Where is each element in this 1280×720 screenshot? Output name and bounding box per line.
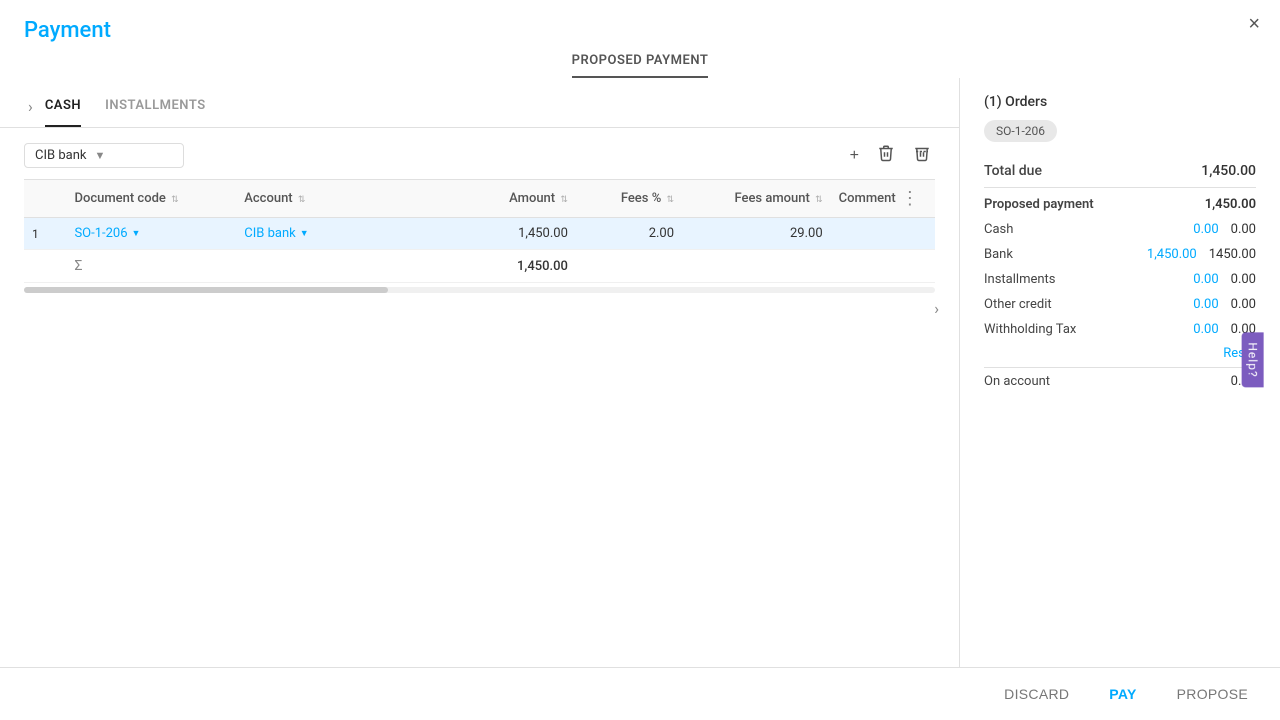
order-badge[interactable]: SO-1-206	[984, 120, 1057, 142]
total-due-value: 1,450.00	[1201, 163, 1256, 179]
amount-cell[interactable]: 1,450.00	[449, 218, 576, 250]
comment-cell[interactable]	[831, 218, 935, 250]
sum-row: Σ 1,450.00	[24, 250, 935, 283]
installments-values: 0.00 0.00	[1193, 272, 1256, 287]
total-due-label: Total due	[984, 163, 1042, 179]
installments-row: Installments 0.00 0.00	[984, 267, 1256, 292]
discard-button[interactable]: DISCARD	[996, 680, 1077, 708]
sum-account-cell	[236, 250, 448, 283]
withholding-tax-row: Withholding Tax 0.00 0.00	[984, 317, 1256, 342]
delete-row-button[interactable]	[873, 140, 899, 171]
amount-sort-icon: ⇅	[560, 195, 568, 205]
on-account-row: On account 0.00	[984, 367, 1256, 395]
installments-label: Installments	[984, 272, 1056, 287]
col-header-rownum	[24, 180, 66, 218]
pay-button[interactable]: PAY	[1101, 680, 1144, 708]
proposed-payment-row: Proposed payment 1,450.00	[984, 192, 1256, 217]
bank-label: Bank	[984, 247, 1013, 262]
fees-amount-sort-icon: ⇅	[815, 195, 823, 205]
reset-link[interactable]: Reset	[984, 346, 1256, 361]
right-nav-area: ›	[0, 293, 959, 318]
cash-label: Cash	[984, 222, 1013, 237]
propose-button[interactable]: PROPOSE	[1169, 680, 1256, 708]
help-tab[interactable]: Help?	[1241, 332, 1263, 387]
bank-plain-value: 1450.00	[1209, 247, 1256, 262]
col-header-fees-amount[interactable]: Fees amount ⇅	[682, 180, 831, 218]
fees-pct-cell[interactable]: 2.00	[576, 218, 682, 250]
withholding-tax-label: Withholding Tax	[984, 322, 1076, 337]
cash-blue-value: 0.00	[1193, 222, 1218, 237]
bank-select-chevron-icon: ▼	[94, 149, 105, 162]
account-select[interactable]: CIB bank ▼	[244, 226, 440, 241]
payment-modal: Payment × PROPOSED PAYMENT › CASH INSTAL…	[0, 0, 1280, 720]
add-row-button[interactable]: +	[846, 143, 863, 169]
left-nav-chevron[interactable]: ›	[24, 97, 37, 116]
proposed-payment-value: 1,450.00	[1205, 197, 1256, 212]
table-row: 1 SO-1-206 ▼ CIB bank ▼	[24, 218, 935, 250]
payment-table: Document code ⇅ Account ⇅ Amount ⇅ Fee	[24, 179, 935, 283]
delete-all-button[interactable]	[909, 140, 935, 171]
tabs-row: › CASH INSTALLMENTS	[0, 86, 959, 128]
account-sort-icon: ⇅	[298, 195, 306, 205]
doc-code-cell[interactable]: SO-1-206 ▼	[66, 218, 236, 250]
account-cell[interactable]: CIB bank ▼	[236, 218, 448, 250]
col-header-amount[interactable]: Amount ⇅	[449, 180, 576, 218]
sum-label-cell	[24, 250, 66, 283]
left-panel: › CASH INSTALLMENTS CIB bank ▼ +	[0, 78, 960, 667]
table-header-row: Document code ⇅ Account ⇅ Amount ⇅ Fee	[24, 180, 935, 218]
withholding-tax-blue-value: 0.00	[1193, 322, 1218, 337]
orders-title: (1) Orders	[984, 94, 1256, 110]
cash-plain-value: 0.00	[1231, 222, 1256, 237]
col-header-doccode[interactable]: Document code ⇅	[66, 180, 236, 218]
sum-sigma-cell: Σ	[66, 250, 236, 283]
bank-select-value: CIB bank	[35, 148, 86, 163]
bank-blue-value: 1,450.00	[1147, 247, 1197, 262]
summary-section: Total due 1,450.00 Proposed payment 1,45…	[984, 158, 1256, 651]
other-credit-plain-value: 0.00	[1231, 297, 1256, 312]
orders-section: (1) Orders SO-1-206	[984, 94, 1256, 142]
bank-values: 1,450.00 1450.00	[1147, 247, 1256, 262]
tab-cash[interactable]: CASH	[45, 86, 81, 127]
col-header-comment: Comment ⋮	[831, 180, 935, 218]
fees-pct-sort-icon: ⇅	[667, 195, 675, 205]
doc-code-link[interactable]: SO-1-206 ▼	[74, 226, 228, 241]
tab-installments[interactable]: INSTALLMENTS	[105, 86, 206, 127]
right-nav-chevron[interactable]: ›	[930, 299, 943, 318]
installments-plain-value: 0.00	[1231, 272, 1256, 287]
row-num-cell: 1	[24, 218, 66, 250]
sum-amount-cell: 1,450.00	[449, 250, 576, 283]
modal-body: › CASH INSTALLMENTS CIB bank ▼ +	[0, 78, 1280, 667]
total-due-row: Total due 1,450.00	[984, 158, 1256, 188]
on-account-label: On account	[984, 374, 1050, 389]
more-columns-button[interactable]: ⋮	[899, 188, 921, 209]
col-header-fees-pct[interactable]: Fees % ⇅	[576, 180, 682, 218]
cash-row: Cash 0.00 0.00	[984, 217, 1256, 242]
col-header-account[interactable]: Account ⇅	[236, 180, 448, 218]
bank-select[interactable]: CIB bank ▼	[24, 143, 184, 168]
other-credit-label: Other credit	[984, 297, 1052, 312]
footer-actions: DISCARD PAY PROPOSE	[0, 667, 1280, 720]
right-panel: (1) Orders SO-1-206 Total due 1,450.00 P…	[960, 78, 1280, 667]
other-credit-row: Other credit 0.00 0.00	[984, 292, 1256, 317]
cash-values: 0.00 0.00	[1193, 222, 1256, 237]
account-chevron-icon: ▼	[300, 228, 309, 239]
bank-row: Bank 1,450.00 1450.00	[984, 242, 1256, 267]
installments-blue-value: 0.00	[1193, 272, 1218, 287]
proposed-payment-tab[interactable]: PROPOSED PAYMENT	[572, 53, 709, 78]
table-action-icons: +	[846, 140, 935, 171]
reset-area: Reset	[984, 346, 1256, 361]
other-credit-values: 0.00 0.00	[1193, 297, 1256, 312]
proposed-payment-label: Proposed payment	[984, 197, 1094, 212]
modal-header: Payment ×	[0, 0, 1280, 43]
table-controls: CIB bank ▼ +	[0, 128, 959, 179]
other-credit-blue-value: 0.00	[1193, 297, 1218, 312]
close-button[interactable]: ×	[1248, 14, 1260, 34]
fees-amount-cell[interactable]: 29.00	[682, 218, 831, 250]
doc-code-chevron-icon: ▼	[132, 228, 141, 239]
doccode-sort-icon: ⇅	[171, 195, 179, 205]
modal-title: Payment	[24, 18, 111, 43]
proposed-payment-tab-area: PROPOSED PAYMENT	[0, 53, 1280, 78]
